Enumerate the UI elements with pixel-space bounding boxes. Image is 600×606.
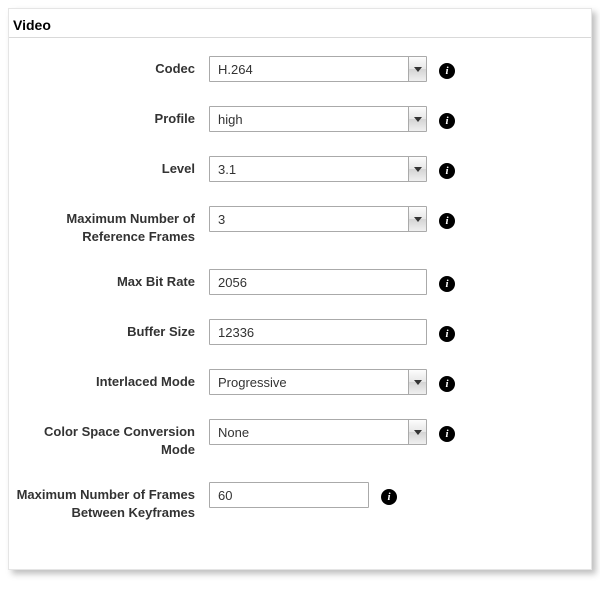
- ref_frames-select-value: 3: [210, 212, 408, 227]
- ref_frames-info-icon[interactable]: i: [439, 213, 455, 229]
- colorspace-field: None i: [209, 419, 455, 445]
- colorspace-select-value: None: [210, 425, 408, 440]
- chevron-down-icon[interactable]: [408, 157, 426, 181]
- profile-info-icon[interactable]: i: [439, 113, 455, 129]
- buffer_size-info-icon[interactable]: i: [439, 326, 455, 342]
- chevron-down-icon[interactable]: [408, 207, 426, 231]
- ref_frames-select[interactable]: 3: [209, 206, 427, 232]
- form-row-profile: Profilehigh i: [9, 106, 591, 132]
- keyframes-info-icon[interactable]: i: [381, 489, 397, 505]
- codec-info-icon[interactable]: i: [439, 63, 455, 79]
- profile-select-value: high: [210, 112, 408, 127]
- video-settings-panel: Video CodecH.264iProfilehighiLevel3.1iMa…: [8, 8, 592, 570]
- level-field: 3.1 i: [209, 156, 455, 182]
- form-row-buffer_size: Buffer Size i: [9, 319, 591, 345]
- chevron-down-icon[interactable]: [408, 107, 426, 131]
- interlaced-select-value: Progressive: [210, 375, 408, 390]
- chevron-down-icon[interactable]: [408, 57, 426, 81]
- profile-select[interactable]: high: [209, 106, 427, 132]
- max_bitrate-info-icon[interactable]: i: [439, 276, 455, 292]
- colorspace-label: Color Space Conversion Mode: [9, 419, 209, 458]
- max_bitrate-input[interactable]: [209, 269, 427, 295]
- buffer_size-label: Buffer Size: [9, 319, 209, 341]
- level-label: Level: [9, 156, 209, 178]
- level-select-value: 3.1: [210, 162, 408, 177]
- buffer_size-input[interactable]: [209, 319, 427, 345]
- buffer_size-field: i: [209, 319, 455, 345]
- form-row-keyframes: Maximum Number of Frames Between Keyfram…: [9, 482, 591, 521]
- codec-select[interactable]: H.264: [209, 56, 427, 82]
- colorspace-info-icon[interactable]: i: [439, 426, 455, 442]
- form-row-ref_frames: Maximum Number of Reference Frames3i: [9, 206, 591, 245]
- chevron-down-icon[interactable]: [408, 420, 426, 444]
- form-row-codec: CodecH.264 i: [9, 56, 591, 82]
- keyframes-input[interactable]: [209, 482, 369, 508]
- colorspace-select[interactable]: None: [209, 419, 427, 445]
- profile-field: high i: [209, 106, 455, 132]
- interlaced-select[interactable]: Progressive: [209, 369, 427, 395]
- codec-select-value: H.264: [210, 62, 408, 77]
- level-info-icon[interactable]: i: [439, 163, 455, 179]
- codec-field: H.264 i: [209, 56, 455, 82]
- interlaced-label: Interlaced Mode: [9, 369, 209, 391]
- keyframes-field: i: [209, 482, 397, 508]
- rows-container: CodecH.264 i Profilehigh i Level3.1 i Maximum …: [9, 56, 591, 521]
- max_bitrate-label: Max Bit Rate: [9, 269, 209, 291]
- form-row-level: Level3.1 i: [9, 156, 591, 182]
- form-row-colorspace: Color Space Conversion ModeNone i: [9, 419, 591, 458]
- form-row-max_bitrate: Max Bit Rate i: [9, 269, 591, 295]
- interlaced-field: Progressive i: [209, 369, 455, 395]
- section-title: Video: [9, 9, 591, 38]
- ref_frames-label: Maximum Number of Reference Frames: [9, 206, 209, 245]
- profile-label: Profile: [9, 106, 209, 128]
- interlaced-info-icon[interactable]: i: [439, 376, 455, 392]
- max_bitrate-field: i: [209, 269, 455, 295]
- ref_frames-field: 3i: [209, 206, 455, 232]
- chevron-down-icon[interactable]: [408, 370, 426, 394]
- keyframes-label: Maximum Number of Frames Between Keyfram…: [9, 482, 209, 521]
- form-row-interlaced: Interlaced ModeProgressive i: [9, 369, 591, 395]
- codec-label: Codec: [9, 56, 209, 78]
- level-select[interactable]: 3.1: [209, 156, 427, 182]
